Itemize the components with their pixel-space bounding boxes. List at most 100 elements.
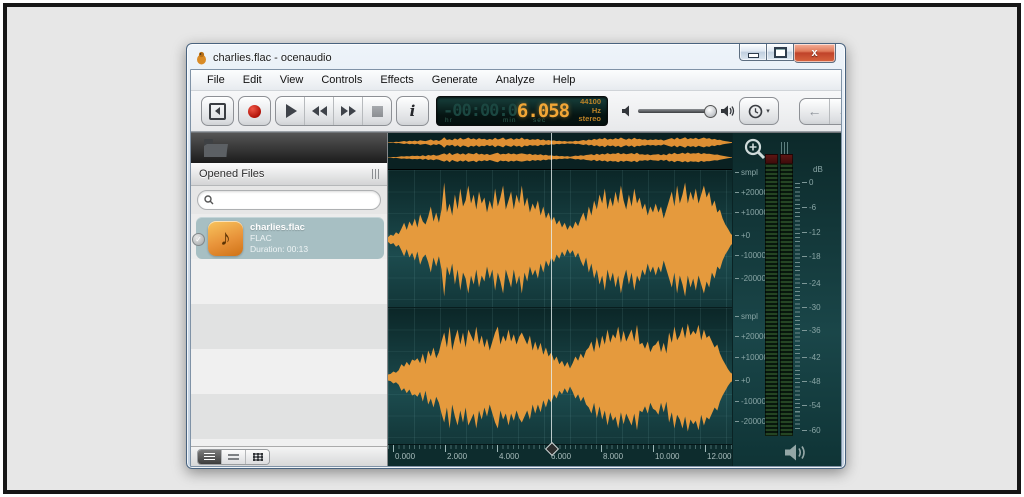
fast-forward-button[interactable] bbox=[333, 97, 362, 125]
volume-high-icon[interactable] bbox=[721, 105, 735, 117]
audio-editor-area: 0.000 2.000 4.000 6.000 8.000 10.000 12.000 sm… bbox=[388, 133, 841, 466]
back-arrow-icon: ← bbox=[807, 103, 822, 119]
view-list-button[interactable] bbox=[221, 449, 245, 464]
db-label: -42 bbox=[802, 354, 821, 362]
skip-to-start-icon bbox=[209, 102, 226, 120]
file-duration: Duration: 00:13 bbox=[250, 243, 309, 254]
maximize-button[interactable] bbox=[766, 44, 794, 61]
channel-right[interactable] bbox=[388, 306, 732, 444]
time-label: 4.000 bbox=[499, 452, 520, 461]
menu-item-edit[interactable]: Edit bbox=[234, 72, 271, 88]
db-label: -60 bbox=[802, 427, 821, 435]
chevron-down-icon: ▾ bbox=[766, 108, 770, 115]
info-button[interactable]: i bbox=[396, 96, 429, 126]
app-window: charlies.flac - ocenaudio x File Edit View… bbox=[186, 43, 846, 469]
amplitude-label: smpl bbox=[735, 313, 758, 321]
close-icon: x bbox=[811, 47, 818, 59]
clock-icon bbox=[748, 104, 763, 118]
maximize-icon bbox=[773, 46, 787, 58]
amplitude-label: +20000 bbox=[735, 189, 768, 197]
speaker-icon[interactable] bbox=[785, 444, 809, 461]
amplitude-label: -20000 bbox=[735, 275, 766, 283]
db-label: 0 bbox=[802, 179, 813, 187]
db-label: -12 bbox=[802, 229, 821, 237]
volume-low-icon[interactable] bbox=[622, 105, 633, 117]
opened-files-header[interactable]: Opened Files bbox=[191, 163, 387, 186]
channel-mode: stereo bbox=[578, 114, 601, 124]
back-button[interactable]: ← bbox=[800, 99, 829, 124]
rewind-icon bbox=[311, 106, 327, 116]
db-label: -54 bbox=[802, 402, 821, 410]
file-list-empty-area bbox=[191, 259, 387, 446]
play-button[interactable] bbox=[276, 97, 304, 125]
time-major-tick bbox=[601, 445, 602, 452]
menu-item-file[interactable]: File bbox=[198, 72, 234, 88]
time-ruler[interactable]: 0.000 2.000 4.000 6.000 8.000 10.000 12.000 bbox=[388, 444, 732, 466]
menu-item-effects[interactable]: Effects bbox=[371, 72, 422, 88]
view-grid-button[interactable] bbox=[245, 449, 269, 464]
waveform-column[interactable]: 0.000 2.000 4.000 6.000 8.000 10.000 12.000 bbox=[388, 133, 736, 466]
menu-bar: File Edit View Controls Effects Generate Analy… bbox=[191, 70, 841, 91]
clip-indicator-right[interactable] bbox=[780, 154, 793, 164]
view-detail-button[interactable] bbox=[198, 449, 221, 464]
volume-slider[interactable] bbox=[638, 105, 717, 118]
list-view-icon bbox=[228, 452, 239, 461]
amplitude-label: +0 bbox=[735, 232, 750, 240]
menu-item-controls[interactable]: Controls bbox=[312, 72, 371, 88]
forward-arrow-icon: → bbox=[838, 103, 842, 119]
record-button[interactable] bbox=[238, 96, 271, 126]
opened-files-panel: Opened Files ✓ ♪ charlies.flac FLAC Dura… bbox=[191, 133, 388, 466]
menu-item-analyze[interactable]: Analyze bbox=[487, 72, 544, 88]
transport-group bbox=[275, 96, 392, 126]
view-mode-bar bbox=[191, 446, 387, 466]
time-major-tick bbox=[393, 445, 394, 452]
rewind-button[interactable] bbox=[304, 97, 333, 125]
minimize-button[interactable] bbox=[739, 44, 766, 61]
db-label: -24 bbox=[802, 280, 821, 288]
file-list-item[interactable]: ✓ ♪ charlies.flac FLAC Duration: 00:13 bbox=[192, 217, 384, 259]
menu-item-generate[interactable]: Generate bbox=[423, 72, 487, 88]
history-nav-group: ← → bbox=[799, 97, 842, 125]
time-label: 12.000 bbox=[707, 452, 732, 461]
channel-left[interactable] bbox=[388, 170, 732, 307]
time-label: 2.000 bbox=[447, 452, 468, 461]
menu-item-view[interactable]: View bbox=[271, 72, 313, 88]
amplitude-label: +10000 bbox=[735, 354, 768, 362]
volume-control bbox=[622, 105, 735, 118]
search-input[interactable] bbox=[214, 193, 374, 207]
file-format: FLAC bbox=[250, 232, 272, 243]
time-label: 8.000 bbox=[603, 452, 624, 461]
toolbar: i -00:00:0 6.058 44100 Hz stereo hr min s… bbox=[191, 91, 841, 132]
db-unit-label: dB bbox=[813, 165, 823, 174]
db-tick-marks bbox=[795, 183, 800, 432]
clip-indicator-left[interactable] bbox=[765, 154, 778, 164]
search-row bbox=[191, 186, 387, 214]
overview-wave-right bbox=[388, 152, 736, 163]
grid-view-icon bbox=[252, 452, 263, 461]
amplitude-label: -20000 bbox=[735, 418, 766, 426]
overview-strip[interactable] bbox=[388, 133, 736, 170]
title-bar[interactable]: charlies.flac - ocenaudio x bbox=[190, 44, 842, 69]
time-format-button[interactable]: ▾ bbox=[739, 97, 779, 125]
time-label: 10.000 bbox=[655, 452, 680, 461]
volume-slider-knob[interactable] bbox=[703, 105, 717, 118]
close-button[interactable]: x bbox=[794, 44, 836, 63]
level-meter-right bbox=[780, 164, 793, 436]
fast-forward-icon bbox=[340, 106, 356, 116]
panel-grip-icon[interactable] bbox=[372, 169, 379, 179]
file-check-icon: ✓ bbox=[192, 233, 205, 246]
sidebar-header-strip bbox=[191, 133, 387, 163]
stop-button[interactable] bbox=[362, 97, 391, 125]
amplitude-label: +20000 bbox=[735, 333, 768, 341]
overview-wave-left bbox=[388, 137, 736, 148]
amplitude-label: +0 bbox=[735, 377, 750, 385]
info-icon: i bbox=[409, 102, 416, 120]
folder-icon[interactable] bbox=[203, 138, 229, 158]
waveform-channels[interactable] bbox=[388, 170, 732, 444]
zoom-icon[interactable] bbox=[743, 137, 767, 161]
skip-to-start-button[interactable] bbox=[201, 96, 234, 126]
menu-item-help[interactable]: Help bbox=[544, 72, 585, 88]
forward-button[interactable]: → bbox=[829, 98, 842, 124]
amplitude-label: -10000 bbox=[735, 398, 766, 406]
file-name: charlies.flac bbox=[250, 221, 305, 233]
